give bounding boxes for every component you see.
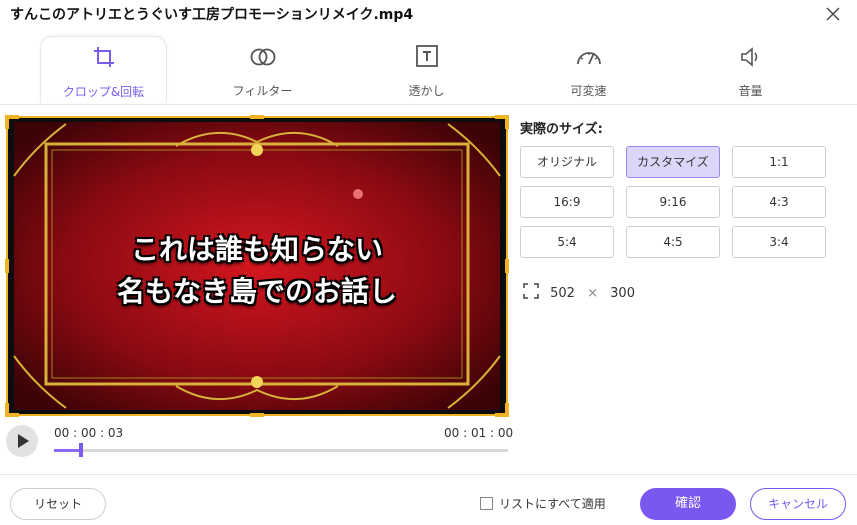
crop-dimensions: 502 × 300: [522, 282, 635, 304]
ratio-16-9-button[interactable]: 16:9: [520, 186, 614, 218]
tab-crop-rotate[interactable]: クロップ&回転: [40, 36, 167, 103]
caption-line-2: 名もなき島でのお話し: [116, 275, 397, 308]
crop-width-value[interactable]: 502: [550, 286, 575, 301]
caption-line-1: これは誰も知らない: [130, 233, 383, 266]
tab-label: 可変速: [570, 84, 607, 98]
current-time: 00 : 00 : 03: [54, 426, 124, 440]
seek-bar-progress: [54, 449, 82, 452]
crop-height-value[interactable]: 300: [610, 286, 635, 301]
video-preview[interactable]: これは誰も知らない 名もなき島でのお話し: [6, 116, 508, 416]
footer-bar: リセット リストにすべて適用 確認 キャンセル: [0, 474, 857, 525]
ratio-3-4-button[interactable]: 3:4: [732, 226, 826, 258]
ratio-4-5-button[interactable]: 4:5: [626, 226, 720, 258]
tab-speed[interactable]: 可変速: [526, 36, 651, 102]
crop-size-title: 実際のサイズ:: [520, 122, 603, 137]
ratio-custom-button[interactable]: カスタマイズ: [626, 146, 720, 178]
times-icon: ×: [587, 285, 599, 301]
tab-volume[interactable]: 音量: [688, 36, 813, 102]
title-bar: すんこのアトリエとうぐいす工房プロモーションリメイク.mp4: [0, 0, 857, 30]
speed-icon: [575, 44, 603, 70]
checkbox-icon[interactable]: [480, 497, 493, 510]
cancel-button[interactable]: キャンセル: [750, 488, 846, 520]
tab-label: フィルター: [232, 84, 293, 98]
tab-label: 音量: [738, 84, 763, 98]
crop-size-icon: [522, 282, 540, 304]
ratio-9-16-button[interactable]: 9:16: [626, 186, 720, 218]
window-title: すんこのアトリエとうぐいす工房プロモーションリメイク.mp4: [10, 7, 414, 23]
close-icon[interactable]: [823, 4, 843, 24]
ratio-1-1-button[interactable]: 1:1: [732, 146, 826, 178]
tab-bar: クロップ&回転 フィルター 透かし 可変速 音量: [0, 30, 857, 105]
ratio-4-3-button[interactable]: 4:3: [732, 186, 826, 218]
tab-filter[interactable]: フィルター: [200, 36, 325, 102]
watermark-icon: [413, 44, 441, 70]
apply-to-all-checkbox[interactable]: リストにすべて適用: [480, 495, 606, 512]
apply-to-all-label: リストにすべて適用: [499, 497, 606, 511]
filter-icon: [249, 44, 277, 70]
volume-icon: [737, 44, 765, 70]
tab-watermark[interactable]: 透かし: [364, 36, 489, 102]
ratio-original-button[interactable]: オリジナル: [520, 146, 614, 178]
crop-size-panel: 実際のサイズ:: [520, 118, 603, 137]
total-time: 00 : 01 : 00: [444, 426, 514, 440]
crop-icon: [90, 45, 118, 71]
ratio-5-4-button[interactable]: 5:4: [520, 226, 614, 258]
reset-button[interactable]: リセット: [10, 488, 106, 520]
seek-bar[interactable]: [54, 443, 508, 457]
play-icon: [18, 434, 29, 448]
tab-label: クロップ&回転: [62, 85, 145, 99]
play-button[interactable]: [6, 425, 38, 457]
tab-label: 透かし: [408, 84, 445, 98]
confirm-button[interactable]: 確認: [640, 488, 736, 520]
seek-bar-thumb[interactable]: [79, 443, 84, 457]
